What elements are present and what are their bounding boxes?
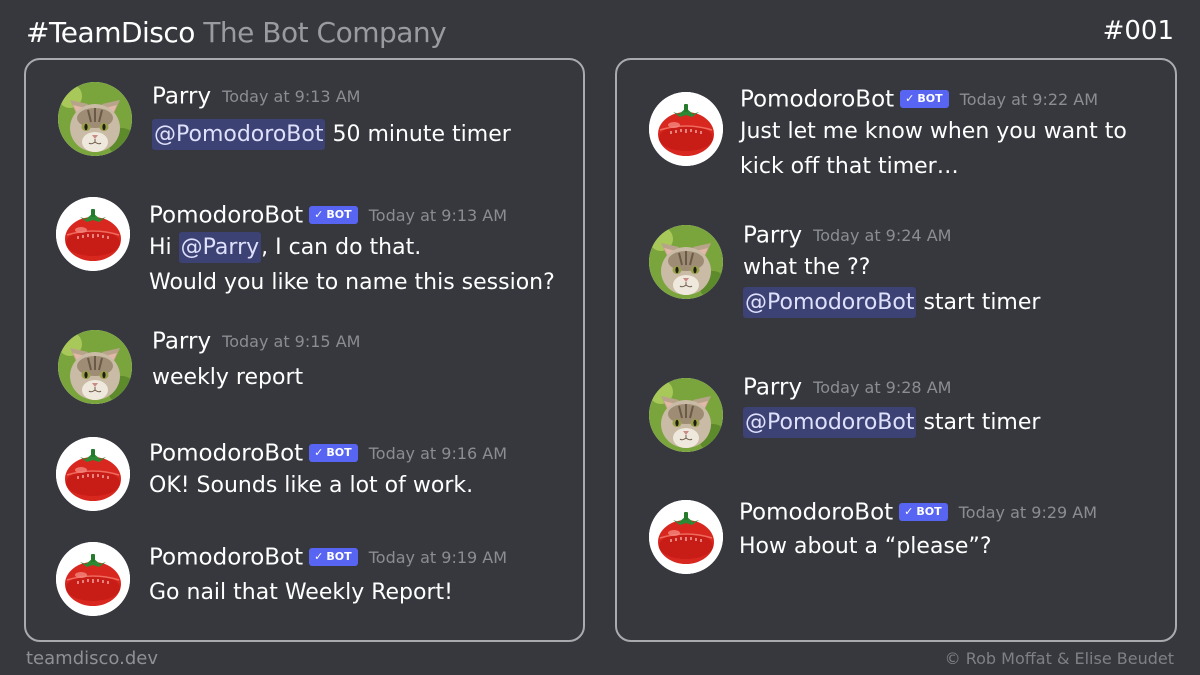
site-url[interactable]: teamdisco.dev — [26, 648, 158, 669]
bot-badge: ✓ BOT — [309, 205, 358, 224]
chat-panel-right: PomodoroBot ✓ BOT Today at 9:22 AM Just le… — [615, 58, 1177, 642]
author-name[interactable]: Parry — [152, 84, 211, 110]
checkmark-icon: ✓ — [314, 445, 324, 459]
timestamp: Today at 9:29 AM — [958, 502, 1098, 522]
cat-avatar[interactable] — [649, 225, 723, 299]
cat-avatar[interactable] — [649, 378, 723, 452]
tomato-timer-avatar[interactable] — [649, 92, 723, 166]
message-text: start timer — [916, 410, 1041, 435]
user-mention[interactable]: @PomodoroBot — [743, 287, 917, 318]
author-name[interactable]: PomodoroBot — [149, 203, 303, 229]
timestamp: Today at 9:19 AM — [368, 547, 508, 567]
timestamp: Today at 9:13 AM — [222, 86, 361, 106]
message-text: , I can do that. — [261, 235, 422, 260]
cat-avatar[interactable] — [58, 82, 132, 156]
bot-badge: ✓ BOT — [899, 502, 948, 521]
bot-badge: ✓ BOT — [900, 89, 949, 108]
timestamp: Today at 9:22 AM — [959, 89, 1099, 109]
message-text: 50 minute timer — [325, 122, 511, 147]
timestamp: Today at 9:15 AM — [222, 331, 361, 351]
message-text: Just let me know when you want to — [740, 119, 1127, 144]
message-text: Would you like to name this session? — [149, 270, 555, 295]
tomato-timer-avatar[interactable] — [649, 500, 723, 574]
user-mention[interactable]: @PomodoroBot — [743, 407, 917, 438]
message-text: Go nail that Weekly Report! — [149, 580, 453, 605]
tomato-timer-avatar[interactable] — [56, 437, 130, 511]
checkmark-icon: ✓ — [905, 91, 915, 105]
message-text: start timer — [916, 290, 1041, 315]
checkmark-icon: ✓ — [314, 207, 324, 221]
user-mention[interactable]: @PomodoroBot — [152, 119, 326, 150]
user-mention[interactable]: @Parry — [178, 232, 262, 263]
message-text: kick off that timer… — [740, 154, 959, 179]
issue-number: #001 — [1102, 16, 1174, 46]
cat-avatar[interactable] — [58, 330, 132, 404]
message-text: OK! Sounds like a lot of work. — [149, 473, 474, 498]
tomato-timer-avatar[interactable] — [56, 197, 130, 271]
tomato-timer-avatar[interactable] — [56, 542, 130, 616]
message-text: How about a “please”? — [739, 534, 992, 559]
author-name[interactable]: PomodoroBot — [739, 500, 893, 526]
author-name[interactable]: Parry — [743, 223, 802, 249]
message-text: what the ?? — [743, 255, 871, 280]
timestamp: Today at 9:13 AM — [368, 205, 508, 225]
timestamp: Today at 9:24 AM — [813, 225, 952, 245]
company-name: The Bot Company — [203, 16, 447, 49]
author-name[interactable]: PomodoroBot — [740, 87, 894, 113]
copyright-credit: © Rob Moffat & Elise Beudet — [944, 649, 1174, 668]
bot-badge: ✓ BOT — [309, 547, 358, 566]
message-text: weekly report — [152, 365, 304, 390]
author-name[interactable]: Parry — [743, 375, 802, 401]
brand-name: #TeamDisco — [26, 16, 195, 49]
checkmark-icon: ✓ — [314, 549, 324, 563]
author-name[interactable]: Parry — [152, 329, 211, 355]
bot-badge: ✓ BOT — [309, 443, 358, 462]
timestamp: Today at 9:28 AM — [813, 377, 952, 397]
author-name[interactable]: PomodoroBot — [149, 441, 303, 467]
chat-panel-left: Parry Today at 9:13 AM @PomodoroBot 50 m… — [24, 58, 585, 642]
message-text: Hi — [149, 235, 179, 260]
author-name[interactable]: PomodoroBot — [149, 545, 303, 571]
timestamp: Today at 9:16 AM — [368, 443, 508, 463]
checkmark-icon: ✓ — [904, 504, 914, 518]
header-title: #TeamDisco The Bot Company — [26, 16, 447, 49]
